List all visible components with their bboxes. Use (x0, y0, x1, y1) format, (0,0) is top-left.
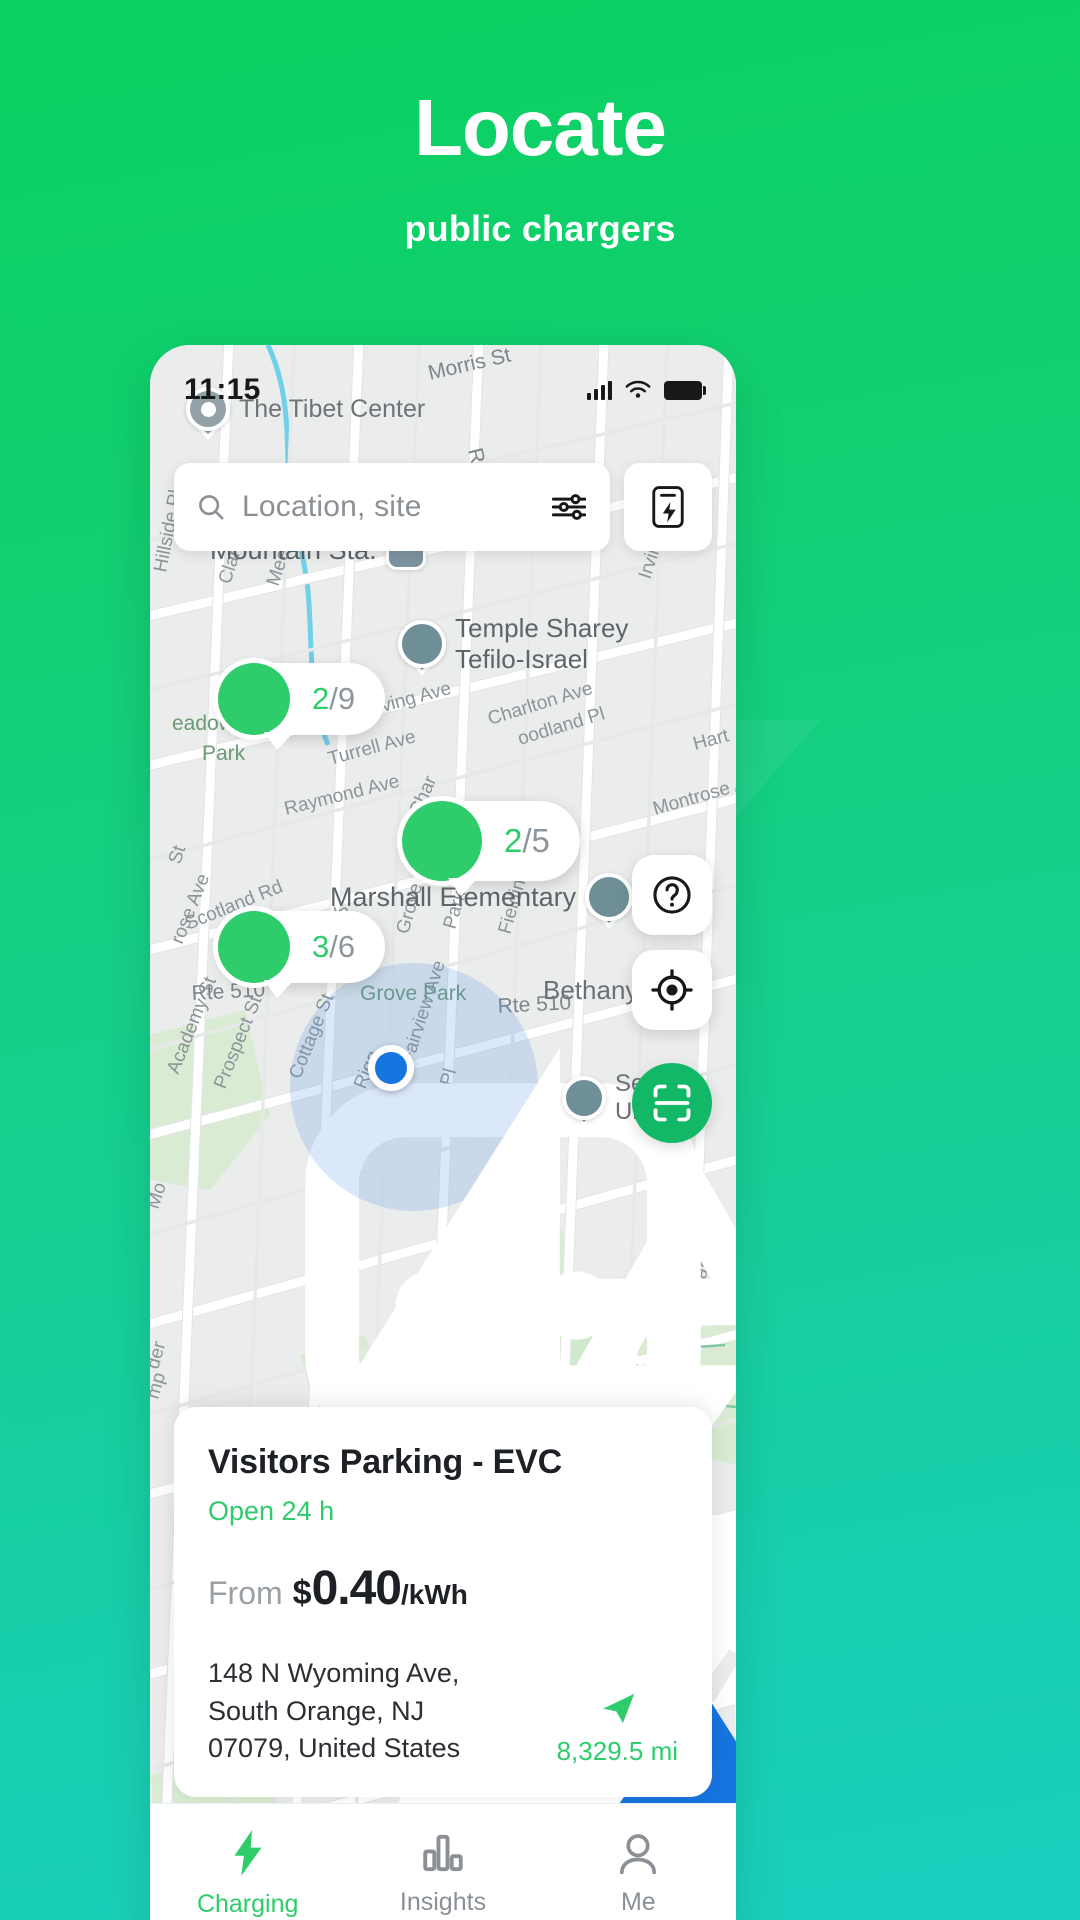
station-title: Visitors Parking - EVC (208, 1443, 562, 1482)
bolt-icon (218, 911, 736, 1920)
charging-station-icon (652, 486, 684, 528)
battery-full-icon (664, 380, 706, 400)
wifi-icon (625, 380, 651, 398)
navigation-arrow-icon (603, 1693, 635, 1724)
station-price: From $ 0.40 /kWh (208, 1565, 678, 1613)
charger-marker-2[interactable]: 2/5 (402, 801, 736, 1920)
status-bar: 11:15 (150, 367, 736, 413)
bolt-icon (218, 663, 736, 1879)
charger-marker-1[interactable]: 2/9 (218, 663, 736, 1879)
price-currency: $ (292, 1574, 312, 1613)
station-detail-card[interactable]: Visitors Parking - EVC Open 24 h From $ … (174, 1407, 712, 1797)
address-line-1: 148 N Wyoming Ave, South Orange, NJ (208, 1658, 460, 1726)
search-icon (199, 495, 224, 520)
search-row: Location, site (174, 463, 712, 551)
search-placeholder: Location, site (242, 490, 422, 523)
bolt-icon (234, 1830, 262, 1876)
person-icon (620, 1834, 657, 1874)
bar-chart-icon (423, 1834, 463, 1872)
status-clock: 11:15 (184, 373, 261, 406)
tab-label: Charging (196, 1890, 299, 1918)
search-input[interactable]: Location, site (174, 463, 610, 551)
tab-charging[interactable]: Charging (150, 1804, 345, 1920)
station-address: 148 N Wyoming Ave, South Orange, NJ 0707… (208, 1655, 537, 1767)
crosshair-icon (651, 969, 693, 1011)
tab-me[interactable]: Me (541, 1804, 736, 1920)
station-distance[interactable]: 8,329.5 mi (557, 1692, 678, 1767)
tab-label: Me (620, 1888, 656, 1916)
address-line-2: 07079, United States (208, 1732, 461, 1763)
tab-label: Insights (399, 1888, 487, 1916)
phone-mockup: .rd { stroke:#ffffff; stroke-width:9; fi… (150, 345, 736, 1920)
charger-marker-3[interactable]: 3/6 (218, 911, 736, 1920)
double-bolt-icon (402, 801, 736, 1920)
promo-header: Locate public chargers (0, 0, 1080, 250)
recenter-button[interactable] (632, 950, 712, 1030)
synagogue-icon (398, 620, 736, 1691)
station-hours: Open 24 h (208, 1496, 335, 1527)
charging-station-button[interactable] (624, 463, 712, 551)
qr-scan-icon (653, 1084, 691, 1122)
filter-sliders-icon[interactable] (552, 492, 586, 522)
price-value: 0.40 (311, 1562, 402, 1616)
tab-insights[interactable]: Insights (345, 1804, 540, 1920)
price-prefix: From (208, 1575, 283, 1612)
station-footer: 148 N Wyoming Ave, South Orange, NJ 0707… (208, 1655, 678, 1767)
scan-qr-button[interactable] (632, 1063, 712, 1143)
question-mark-icon (653, 876, 691, 914)
price-unit: /kWh (401, 1579, 468, 1611)
bottom-tab-bar: Charging Insights Me (150, 1803, 736, 1920)
promo-title: Locate (414, 83, 667, 172)
help-button[interactable] (632, 855, 712, 935)
cellular-signal-icon (586, 380, 612, 400)
status-indicators (586, 380, 706, 401)
distance-value: 8,329.5 mi (556, 1736, 678, 1766)
promo-subtitle: public chargers (404, 208, 676, 249)
